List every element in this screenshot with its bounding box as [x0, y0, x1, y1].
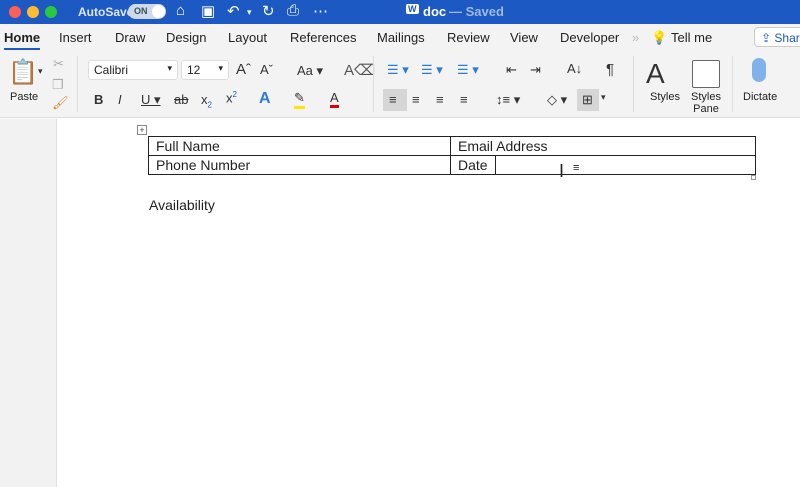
dictate-label[interactable]: Dictate — [743, 91, 777, 103]
body-paragraph[interactable]: Availability — [149, 197, 215, 213]
text-cursor-icon: I — [559, 161, 565, 181]
autosave-label: AutoSave — [78, 5, 134, 19]
home-icon[interactable]: ⌂ — [176, 2, 185, 19]
undo-dropdown-icon[interactable]: ▾ — [247, 7, 252, 18]
minimize-window-button[interactable] — [27, 6, 39, 18]
justify-icon[interactable]: ≡ — [460, 92, 468, 107]
lightbulb-icon: 💡 — [651, 30, 668, 45]
chevron-down-icon: ▾ — [218, 63, 223, 73]
table-cell[interactable]: Date — [450, 155, 496, 175]
saved-status[interactable]: — Saved — [449, 4, 504, 19]
contact-table: Full Name Email Address Phone Number Dat… — [148, 136, 756, 175]
align-right-icon[interactable]: ≡ — [436, 92, 444, 107]
styles-label[interactable]: Styles — [650, 91, 680, 103]
table-cell[interactable] — [494, 155, 756, 175]
tab-layout[interactable]: Layout — [228, 30, 267, 45]
doc-title: doc — [423, 4, 447, 19]
italic-icon[interactable]: I — [118, 92, 122, 107]
bullets-icon[interactable]: ☰ ▾ — [387, 62, 409, 78]
divider — [373, 56, 374, 112]
tab-mailings[interactable]: Mailings — [377, 30, 425, 45]
borders-icon[interactable]: ⊞ — [577, 89, 599, 111]
align-center-icon[interactable]: ≡ — [412, 92, 420, 107]
tab-references[interactable]: References — [290, 30, 356, 45]
styles-icon[interactable]: A — [646, 58, 665, 90]
decrease-indent-icon[interactable]: ⇤ — [506, 62, 517, 78]
table-move-handle-icon[interactable]: + — [137, 125, 147, 135]
paste-icon[interactable]: 📋 — [8, 58, 38, 87]
shrink-font-icon[interactable]: Aˇ — [260, 62, 273, 77]
more-tabs-icon[interactable]: » — [632, 30, 639, 45]
text-effects-icon[interactable]: A — [259, 90, 271, 108]
tab-view[interactable]: View — [510, 30, 538, 45]
bold-icon[interactable]: B — [94, 92, 103, 107]
superscript-icon[interactable]: x2 — [226, 90, 237, 105]
copy-icon[interactable]: ❐ — [52, 77, 64, 93]
table-row: Full Name Email Address — [148, 136, 756, 156]
styles-pane-label[interactable]: Styles Pane — [688, 91, 724, 115]
styles-pane-icon[interactable] — [692, 60, 720, 88]
chevron-down-icon: ▾ — [167, 63, 172, 73]
sort-icon[interactable]: A↓ — [567, 61, 582, 76]
divider — [732, 56, 733, 112]
multilevel-list-icon[interactable]: ☰ ▾ — [457, 62, 479, 78]
paste-label[interactable]: Paste — [10, 91, 38, 103]
more-icon[interactable]: ⋯ — [313, 2, 328, 20]
increase-indent-icon[interactable]: ⇥ — [530, 62, 541, 78]
tab-draw[interactable]: Draw — [115, 30, 145, 45]
strikethrough-icon[interactable]: ab — [174, 92, 188, 107]
word-doc-icon: W — [406, 4, 419, 14]
line-spacing-icon[interactable]: ↕≡ ▾ — [496, 92, 520, 108]
table-cell[interactable]: Phone Number — [148, 155, 451, 175]
underline-icon[interactable]: U ▾ — [141, 92, 161, 108]
microphone-icon[interactable] — [752, 58, 766, 82]
table-row: Phone Number Date — [148, 155, 756, 175]
ribbon-tabs: Home Insert Draw Design Layout Reference… — [0, 24, 800, 51]
print-icon[interactable]: ⎙ — [287, 2, 299, 19]
highlight-icon[interactable]: ✎ — [294, 90, 305, 109]
table-resize-handle[interactable] — [751, 175, 756, 180]
tab-developer[interactable]: Developer — [560, 30, 619, 45]
tab-review[interactable]: Review — [447, 30, 490, 45]
close-window-button[interactable] — [9, 6, 21, 18]
format-painter-icon[interactable]: 🖌 — [52, 95, 69, 111]
font-color-icon[interactable]: A — [330, 90, 339, 108]
share-button[interactable]: ⇪ Share — [754, 27, 800, 47]
tab-insert[interactable]: Insert — [59, 30, 92, 45]
redo-icon[interactable]: ↻ — [262, 2, 275, 20]
font-size-select[interactable]: 12 ▾ — [181, 60, 229, 80]
tab-design[interactable]: Design — [166, 30, 206, 45]
font-size-value: 12 — [187, 63, 201, 77]
shading-icon[interactable]: ◇ ▾ — [547, 92, 567, 108]
divider — [633, 56, 634, 112]
align-left-icon[interactable]: ≡ — [383, 89, 407, 111]
zoom-window-button[interactable] — [45, 6, 57, 18]
grow-font-icon[interactable]: Aˆ — [236, 61, 251, 78]
table-cell[interactable]: Email Address — [450, 136, 756, 156]
save-icon[interactable]: ▣ — [201, 2, 215, 20]
autosave-toggle[interactable]: ON — [128, 4, 166, 19]
subscript-icon[interactable]: x2 — [201, 92, 212, 110]
share-label: Share — [774, 31, 800, 45]
undo-icon[interactable]: ↶ — [227, 2, 240, 20]
numbering-icon[interactable]: ☰ ▾ — [421, 62, 443, 78]
click-and-type-align-icon: ≡ — [573, 162, 580, 174]
tab-home[interactable]: Home — [4, 30, 41, 51]
cut-icon[interactable]: ✂ — [53, 56, 64, 72]
table-cell[interactable]: Full Name — [148, 136, 451, 156]
font-name-value: Calibri — [94, 63, 129, 77]
ribbon: 📋 ▾ Paste ✂ ❐ 🖌 Calibri ▾ 12 ▾ Aˆ Aˇ Aa ▾ … — [0, 50, 800, 118]
borders-dropdown-icon[interactable]: ▾ — [601, 92, 606, 103]
font-name-select[interactable]: Calibri ▾ — [88, 60, 178, 80]
divider — [77, 56, 78, 112]
show-formatting-icon[interactable]: ¶ — [606, 61, 614, 78]
left-margin-gutter — [0, 119, 57, 487]
paste-dropdown-icon[interactable]: ▾ — [38, 66, 43, 77]
clear-formatting-icon[interactable]: A⌫ — [344, 61, 375, 79]
title-bar: AutoSave ON ⌂ ▣ ↶ ▾ ↻ ⎙ ⋯ W doc — Saved — [0, 0, 800, 24]
tell-me-search[interactable]: Tell me — [671, 30, 712, 45]
change-case-icon[interactable]: Aa ▾ — [297, 63, 323, 79]
